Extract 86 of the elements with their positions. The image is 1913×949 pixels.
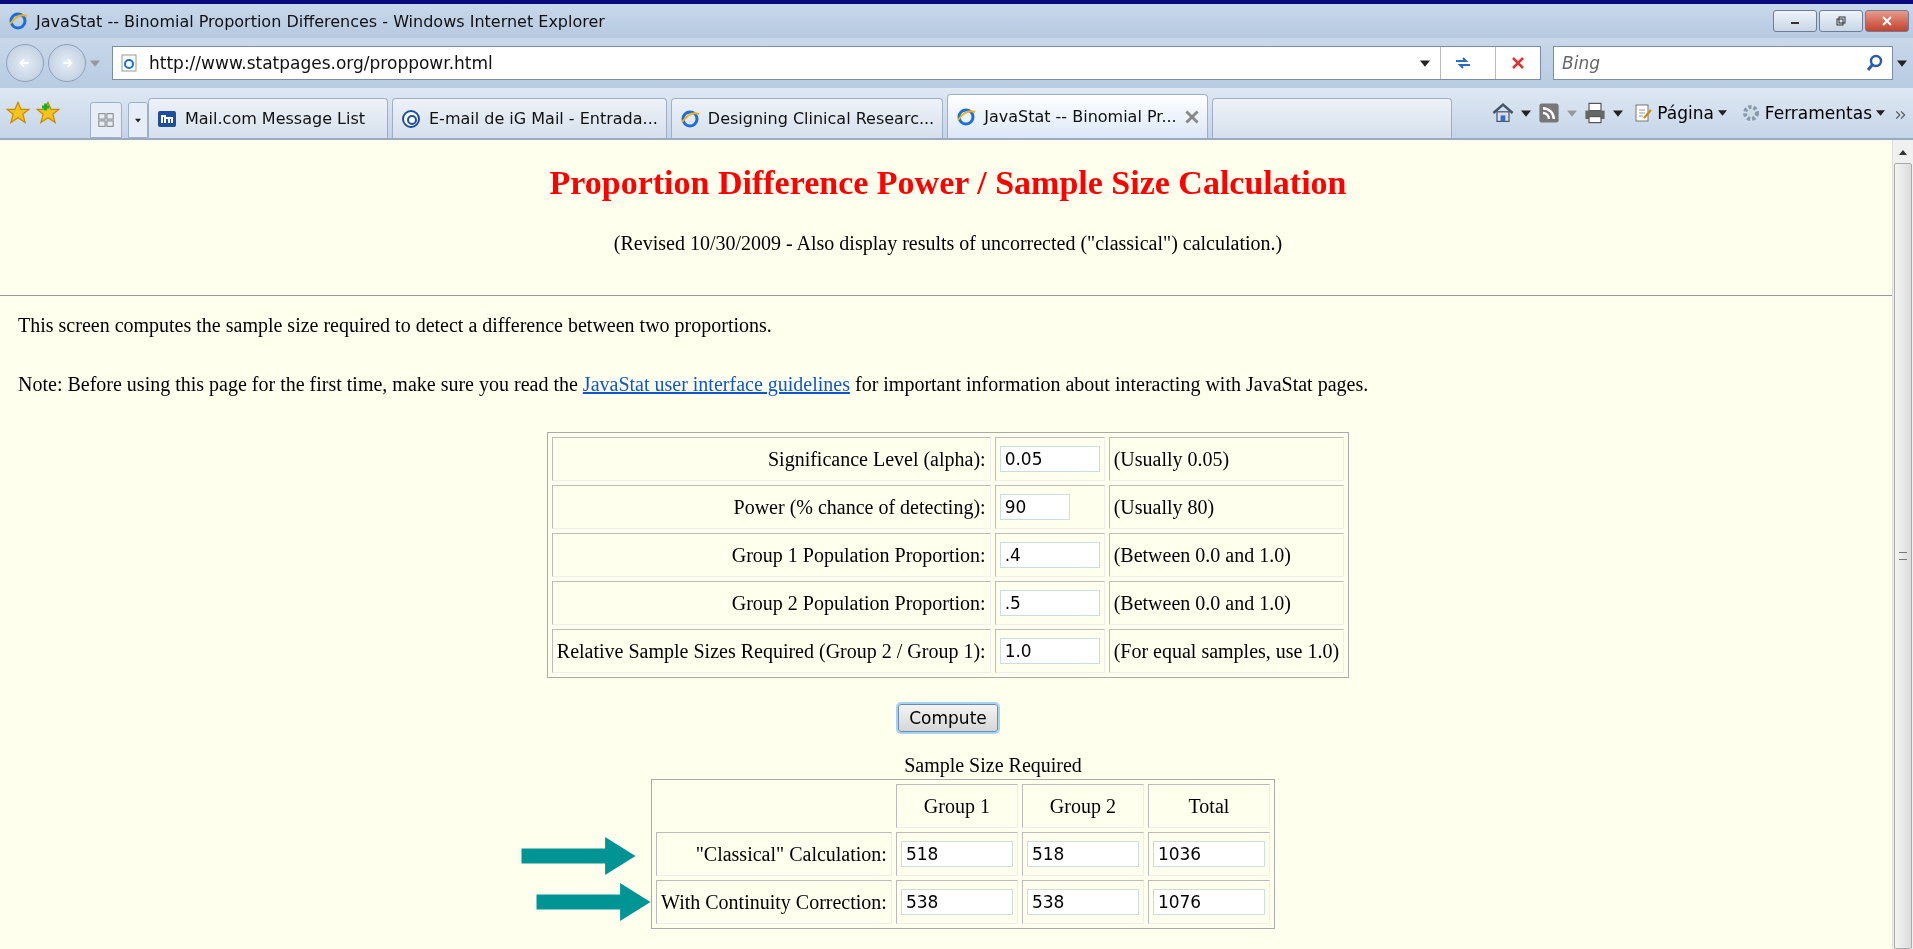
address-field[interactable]: http://www.statpages.org/proppowr.html — [112, 46, 1541, 80]
input-field[interactable]: 0.05 — [999, 446, 1100, 472]
result-field[interactable]: 1076 — [1152, 889, 1265, 915]
input-label: Relative Sample Sizes Required (Group 2 / Group 1): — [551, 629, 991, 673]
caret-icon — [1717, 110, 1727, 116]
caret-icon[interactable] — [1521, 109, 1532, 117]
page-edit-icon — [1633, 103, 1654, 123]
hint-text: (Between 0.0 and 1.0) — [1108, 581, 1345, 625]
close-icon — [1882, 16, 1892, 26]
tools-menu-button[interactable]: Ferramentas — [1736, 103, 1889, 123]
result-field[interactable]: 538 — [1026, 889, 1139, 915]
gear-icon — [1740, 103, 1761, 123]
tab-label: JavaStat -- Binomial Pr... — [984, 107, 1177, 126]
result-field[interactable]: 538 — [900, 889, 1013, 915]
add-favorite-icon[interactable] — [36, 101, 60, 125]
caret-icon — [1876, 110, 1885, 116]
restore-button[interactable] — [1819, 10, 1863, 32]
compute-button[interactable]: Compute — [898, 704, 998, 732]
close-tab-icon[interactable] — [1184, 109, 1199, 124]
results-caption: Sample Size Required — [904, 754, 1082, 777]
caret-icon[interactable] — [1897, 59, 1907, 67]
input-field[interactable]: 1.0 — [999, 638, 1100, 664]
caret-icon — [135, 117, 141, 123]
menu-label: Ferramentas — [1764, 103, 1872, 123]
minimize-button[interactable] — [1773, 10, 1817, 32]
guidelines-link[interactable]: JavaStat user interface guidelines — [582, 373, 850, 395]
scroll-thumb[interactable] — [1894, 163, 1912, 949]
search-field[interactable]: Bing — [1553, 46, 1893, 80]
caret-icon[interactable] — [1613, 109, 1624, 117]
back-button[interactable] — [6, 44, 44, 82]
home-icon[interactable] — [1491, 101, 1516, 125]
input-label: Power (% chance of detecting): — [551, 485, 991, 529]
input-label: Group 2 Population Proportion: — [551, 581, 991, 625]
tab-list-button[interactable] — [128, 102, 148, 138]
forward-button[interactable] — [48, 44, 86, 82]
column-header: Group 1 — [895, 784, 1018, 828]
column-header: Total — [1147, 784, 1270, 828]
restore-icon — [1836, 16, 1846, 26]
tab-label: E-mail de iG Mail - Entrada... — [429, 109, 658, 128]
browser-logo-icon — [679, 108, 700, 129]
browser-logo-icon — [956, 106, 977, 127]
input-field[interactable]: .4 — [999, 542, 1100, 568]
window-title: JavaStat -- Binomial Proportion Differences - Windows Internet Explorer — [36, 11, 605, 31]
new-tab-button[interactable] — [1211, 98, 1452, 138]
page-menu-button[interactable]: Página — [1629, 103, 1731, 123]
mail-logo-icon — [157, 108, 177, 129]
search-icon[interactable] — [1865, 53, 1885, 73]
hint-text: (For equal samples, use 1.0) — [1108, 629, 1345, 673]
grid-icon — [97, 111, 115, 129]
tab-label: Designing Clinical Researc... — [707, 109, 935, 128]
input-label: Significance Level (alpha): — [551, 437, 991, 481]
chevron-icon[interactable] — [1895, 110, 1907, 120]
browser-tab[interactable]: E-mail de iG Mail - Entrada... — [392, 98, 667, 138]
browser-logo-icon — [8, 11, 28, 31]
star-icon[interactable] — [6, 101, 30, 125]
note-text: Note: Before using this page for the first time, make sure you read the JavaStat user interface guidelines for important information about interacting with JavaStat pages. — [18, 373, 1370, 396]
input-field[interactable]: 90 — [999, 494, 1070, 520]
hint-text: (Between 0.0 and 1.0) — [1108, 533, 1345, 577]
printer-icon[interactable] — [1583, 101, 1608, 125]
feed-icon[interactable] — [1537, 101, 1562, 125]
intro-text: This screen computes the sample size required to detect a difference between two proportions. — [18, 314, 773, 337]
close-button[interactable] — [1865, 10, 1909, 32]
result-field[interactable]: 518 — [900, 841, 1013, 867]
ig-logo-icon — [401, 108, 421, 129]
page-icon — [119, 53, 139, 73]
browser-tab[interactable]: Mail.com Message List — [148, 98, 388, 138]
row-label: "Classical" Calculation: — [656, 832, 892, 876]
revision-note: (Revised 10/30/2009 - Also display results of uncorrected ("classical") calculation.) — [612, 232, 1284, 255]
hint-text: (Usually 80) — [1108, 485, 1345, 529]
result-field[interactable]: 1036 — [1152, 841, 1265, 867]
input-label: Group 1 Population Proportion: — [551, 533, 991, 577]
column-header: Group 2 — [1021, 784, 1144, 828]
hint-text: (Usually 0.05) — [1108, 437, 1345, 481]
input-field[interactable]: .5 — [999, 590, 1100, 616]
caret-icon[interactable] — [1420, 59, 1430, 67]
url-text: http://www.statpages.org/proppowr.html — [149, 53, 494, 73]
tab-label: Mail.com Message List — [185, 109, 367, 128]
scroll-up-icon[interactable] — [1899, 150, 1907, 155]
result-field[interactable]: 518 — [1026, 841, 1139, 867]
page-heading: Proportion Difference Power / Sample Size Calculation — [548, 164, 1348, 202]
row-label: With Continuity Correction: — [656, 880, 892, 924]
scrollbar[interactable] — [1892, 140, 1913, 949]
browser-tab[interactable]: Designing Clinical Researc... — [670, 98, 944, 138]
quick-tabs-button[interactable] — [90, 102, 122, 138]
menu-label: Página — [1657, 103, 1714, 123]
browser-tab[interactable]: JavaStat -- Binomial Pr... — [947, 94, 1208, 138]
